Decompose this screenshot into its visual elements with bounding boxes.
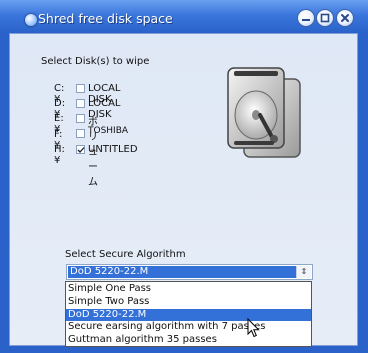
- disk-checkbox-f[interactable]: [76, 129, 85, 138]
- close-button[interactable]: [336, 9, 354, 27]
- maximize-button[interactable]: [316, 9, 334, 27]
- disk-checkbox-c[interactable]: [76, 84, 85, 93]
- disk-checkbox-d[interactable]: [76, 99, 85, 108]
- disk-name: UNTITLED: [88, 144, 138, 155]
- title-bar[interactable]: Shred free disk space: [0, 0, 368, 33]
- algorithm-dropdown-list: Simple One Pass Simple Two Pass DoD 5220…: [65, 281, 312, 347]
- mouse-pointer-icon: [247, 318, 260, 338]
- disk-section-heading: Select Disk(s) to wipe: [41, 56, 150, 67]
- app-icon: [25, 14, 37, 26]
- disk-name: TOSHIBA: [88, 126, 129, 136]
- chevron-updown-icon[interactable]: ⇕: [296, 266, 311, 278]
- minimize-icon: [302, 19, 310, 21]
- checkmark-icon: [77, 147, 85, 153]
- close-icon: [341, 14, 349, 22]
- algorithm-option[interactable]: DoD 5220-22.M: [66, 308, 311, 322]
- algorithm-heading: Select Secure Algorithm: [65, 249, 186, 260]
- maximize-icon: [320, 13, 330, 23]
- drive-letter: H:¥: [54, 144, 65, 166]
- algorithm-option[interactable]: Simple Two Pass: [66, 296, 311, 309]
- window-title: Shred free disk space: [38, 11, 173, 26]
- algorithm-selected-value: DoD 5220-22.M: [68, 266, 297, 278]
- algorithm-option[interactable]: Secure earsing algorithm with 7 passes: [66, 321, 311, 334]
- hard-drive-icon: [227, 67, 301, 158]
- disk-checkbox-h[interactable]: [76, 145, 85, 154]
- algorithm-select[interactable]: DoD 5220-22.M ⇕: [66, 264, 313, 280]
- app-window: Shred free disk space Select Disk(s) to …: [0, 0, 368, 353]
- minimize-button[interactable]: [297, 9, 315, 27]
- disk-checkbox-e[interactable]: [76, 114, 85, 123]
- algorithm-option[interactable]: Simple One Pass: [66, 283, 311, 296]
- algorithm-option[interactable]: Guttman algorithm 35 passes: [66, 334, 311, 347]
